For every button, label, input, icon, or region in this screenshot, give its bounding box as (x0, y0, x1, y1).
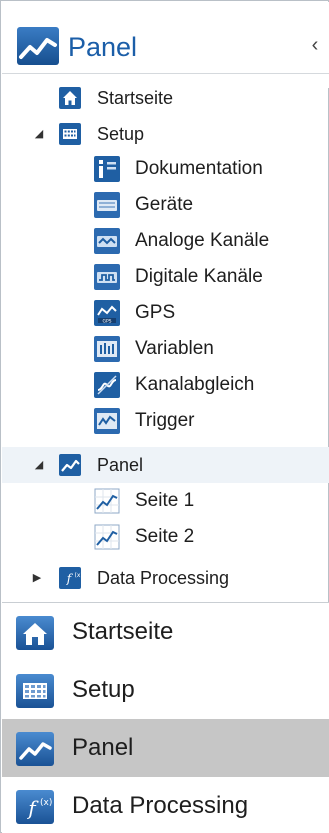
svg-text:(x): (x) (40, 798, 52, 808)
expand-arrow-icon[interactable]: ◢ (32, 447, 46, 483)
page-chart-icon (94, 524, 120, 550)
trigger-icon (94, 408, 120, 434)
tree-item-analoge-kanaele[interactable]: Analoge Kanäle (2, 223, 329, 259)
nav-button-label: Panel (72, 734, 134, 761)
setup-grid-icon (16, 674, 54, 708)
panel-chart-icon (59, 454, 81, 476)
tree-item-label: Kanalabgleich (135, 374, 255, 395)
channel-calibration-icon (94, 372, 120, 398)
analog-channels-icon (94, 228, 120, 254)
tree-item-seite-1[interactable]: Seite 1 (2, 483, 329, 519)
tree-item-digitale-kanaele[interactable]: Digitale Kanäle (2, 259, 329, 295)
tree-item-label: Geräte (135, 194, 194, 215)
tree-item-label: Panel (97, 455, 144, 475)
collapse-chevron-icon[interactable]: ‹ (305, 32, 325, 58)
tree-item-label: Startseite (97, 88, 174, 108)
page-chart-icon (94, 488, 120, 514)
svg-text:(x): (x) (75, 572, 82, 579)
tree-item-label: Seite 1 (135, 490, 195, 511)
tree-item-label: Dokumentation (135, 158, 263, 179)
tree-item-kanalabgleich[interactable]: Kanalabgleich (2, 367, 329, 403)
nav-button-label: Data Processing (72, 792, 249, 819)
tree-item-startseite[interactable]: Startseite (2, 80, 329, 116)
panel-chart-icon (16, 732, 54, 766)
nav-button-startseite[interactable]: Startseite (2, 603, 329, 661)
data-processing-icon: f(x) (59, 567, 81, 589)
tree-item-trigger[interactable]: Trigger (2, 403, 329, 439)
nav-button-label: Startseite (72, 618, 174, 645)
expand-arrow-icon[interactable]: ▶ (30, 560, 44, 596)
tree-item-label: Analoge Kanäle (135, 230, 270, 251)
tree-item-data-processing[interactable]: ▶ f(x) Data Processing (2, 560, 329, 596)
tree-item-gps[interactable]: GPS GPS (2, 295, 329, 331)
tree-item-label: Setup (97, 124, 145, 144)
setup-tree: Startseite ◢ Setup Dokumentation Geräte … (2, 74, 329, 602)
devices-icon (94, 192, 120, 218)
tree-item-label: Seite 2 (135, 526, 195, 547)
tree-item-dokumentation[interactable]: Dokumentation (2, 151, 329, 187)
nav-button-setup[interactable]: Setup (2, 661, 329, 719)
nav-button-panel[interactable]: Panel (2, 719, 329, 777)
tree-item-label: Digitale Kanäle (135, 266, 263, 287)
tree-item-panel[interactable]: ◢ Panel (2, 447, 329, 483)
setup-grid-icon (59, 123, 81, 145)
variables-icon (94, 336, 120, 362)
tree-item-label: GPS (135, 302, 176, 323)
digital-channels-icon (94, 264, 120, 290)
documentation-icon (94, 156, 120, 182)
bottom-navigation: Startseite Setup Panel f (x) Data Process… (2, 603, 329, 833)
expand-arrow-icon[interactable]: ◢ (32, 116, 46, 152)
nav-button-label: Setup (72, 676, 135, 703)
nav-button-data-processing[interactable]: f (x) Data Processing (2, 777, 329, 833)
home-icon (59, 87, 81, 109)
tree-item-variablen[interactable]: Variablen (2, 331, 329, 367)
tree-item-seite-2[interactable]: Seite 2 (2, 519, 329, 555)
navigation-panel: Panel ‹ Startseite ◢ Setup Dokumentation… (0, 0, 329, 833)
tree-item-geraete[interactable]: Geräte (2, 187, 329, 223)
panel-title: Panel (68, 32, 138, 62)
gps-icon: GPS (94, 300, 120, 326)
tree-item-label: Data Processing (97, 568, 230, 588)
panel-chart-icon (17, 27, 59, 65)
data-processing-icon: f(x) (16, 790, 54, 824)
svg-text:GPS: GPS (102, 318, 111, 324)
tree-item-label: Trigger (135, 410, 195, 431)
home-icon (16, 616, 54, 650)
tree-item-setup[interactable]: ◢ Setup (2, 116, 329, 152)
tree-item-label: Variablen (135, 338, 214, 359)
